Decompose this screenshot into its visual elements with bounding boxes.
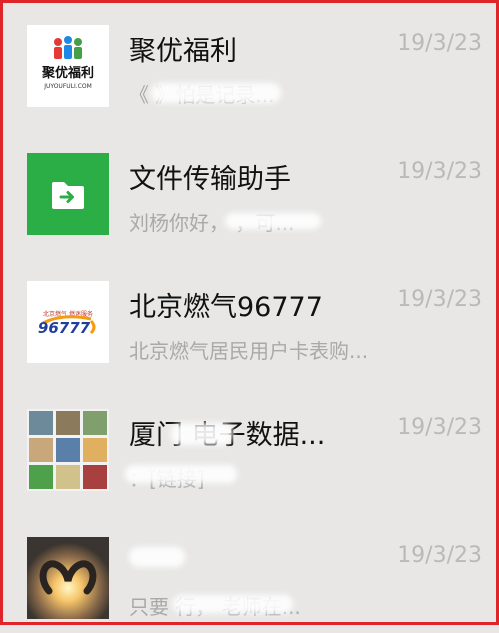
chat-title: 聚优福利 <box>129 36 237 67</box>
redaction-smudge <box>173 595 293 613</box>
redaction-smudge <box>151 83 281 103</box>
logo-number: 96777 <box>38 319 91 337</box>
flame-logo-icon: 北京燃气 燃迷服务 96777 <box>38 310 96 337</box>
chat-list-panel: 聚优福利 JUYOUFULI.COM 聚优福利 19/3/23 《 》怕是记录.… <box>0 0 499 625</box>
heart-hands-photo <box>27 537 109 619</box>
chat-date: 19/3/23 <box>397 543 482 568</box>
logo-text-en: JUYOUFULI.COM <box>43 83 92 90</box>
chat-item-contact[interactable]: 19/3/23 只要 行， 老师在... <box>3 507 499 633</box>
chat-date: 19/3/23 <box>397 415 482 440</box>
people-logo-icon: 聚优福利 JUYOUFULI.COM <box>41 36 94 90</box>
redaction-smudge <box>129 547 185 567</box>
avatar <box>27 537 109 619</box>
redaction-smudge <box>125 465 237 483</box>
redaction-smudge <box>171 423 233 445</box>
avatar <box>27 153 109 235</box>
chat-item-group-xiamen[interactable]: 厦门 电子数据... 19/3/23 ：[链接] <box>3 381 499 507</box>
chat-preview: 北京燃气居民用户卡表购... <box>129 339 369 363</box>
chat-item-file-transfer[interactable]: 文件传输助手 19/3/23 刘杨你好， ，可... <box>3 129 499 255</box>
logo-text-cn: 聚优福利 <box>41 65 94 81</box>
folder-transfer-icon <box>52 182 84 209</box>
group-avatar-grid <box>29 411 107 489</box>
avatar <box>27 409 109 491</box>
chat-title: 北京燃气96777 <box>129 292 323 323</box>
chat-date: 19/3/23 <box>397 287 482 312</box>
chat-item-juyoufuli[interactable]: 聚优福利 JUYOUFULI.COM 聚优福利 19/3/23 《 》怕是记录.… <box>3 3 499 129</box>
chat-date: 19/3/23 <box>397 159 482 184</box>
avatar: 北京燃气 燃迷服务 96777 <box>27 281 109 363</box>
redaction-smudge <box>225 213 321 229</box>
chat-item-beijing-gas[interactable]: 北京燃气 燃迷服务 96777 北京燃气96777 19/3/23 北京燃气居民… <box>3 255 499 381</box>
avatar: 聚优福利 JUYOUFULI.COM <box>27 25 109 107</box>
chat-title: 文件传输助手 <box>129 164 291 195</box>
chat-date: 19/3/23 <box>397 31 482 56</box>
